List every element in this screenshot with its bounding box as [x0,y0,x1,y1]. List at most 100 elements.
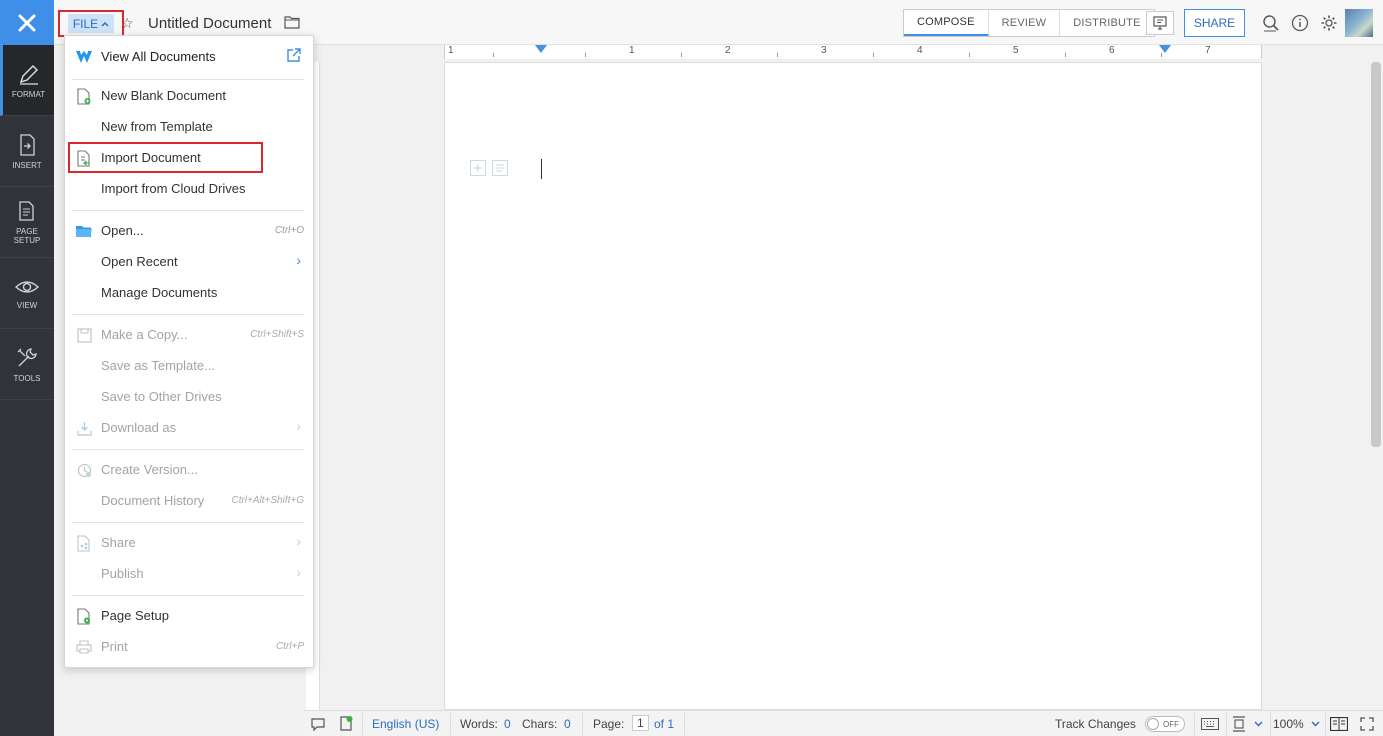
file-button-inner: FILE [68,14,114,33]
ruler-tick [1161,53,1162,57]
settings-button[interactable] [1318,12,1340,34]
menu-item-new-blank-document[interactable]: New Blank Document [65,80,313,111]
separator [684,713,685,735]
char-count-label: Chars: [522,717,558,731]
menu-item-label: Page Setup [101,608,169,623]
file-menu: View All Documents New Blank Document Ne… [64,35,314,668]
menu-item-label: New Blank Document [101,88,226,103]
menu-separator [72,595,304,596]
chevron-down-icon[interactable] [1254,721,1263,727]
separator [450,713,451,735]
mode-tabs: COMPOSE REVIEW DISTRIBUTE [903,9,1155,37]
menu-item-publish: Publish › [65,558,313,589]
menu-separator [72,522,304,523]
menu-item-label: Open... [101,223,144,238]
menu-item-label: Download as [101,420,177,435]
sidebar-item-label: TOOLS [13,373,41,383]
fullscreen-icon[interactable] [1360,717,1374,731]
sidebar-item-page-setup[interactable]: PAGE SETUP [0,187,54,258]
separator [362,713,363,735]
menu-item-page-setup[interactable]: Page Setup [65,600,313,631]
menu-separator [72,210,304,211]
star-icon[interactable]: ☆ [121,15,134,32]
menu-item-label: Create Version... [101,462,198,477]
menu-item-label: Save to Other Drives [101,389,222,404]
file-menu-button[interactable]: FILE [58,10,124,37]
sidebar-item-format[interactable]: FORMAT [0,45,54,116]
document-status-icon[interactable] [338,715,354,732]
left-indent-marker[interactable] [535,45,547,53]
separator [1270,713,1271,735]
page-label: Page: [593,717,625,731]
language-selector[interactable]: English (US) [372,717,439,731]
sidebar-item-label: INSERT [12,160,42,170]
search-button[interactable] [1260,12,1282,34]
current-page-input[interactable]: 1 [632,715,649,731]
chevron-right-icon: › [296,564,301,580]
page-layout-icon[interactable] [1232,716,1246,732]
ruler-tick [585,53,586,57]
menu-item-label: Print [101,639,128,654]
menu-item-manage-documents[interactable]: Manage Documents [65,277,313,308]
ruler-number: 4 [917,45,923,56]
paragraph-tools [470,160,508,176]
vertical-scrollbar[interactable] [1371,62,1381,447]
menu-item-share: Share › [65,527,313,558]
ruler-tick [1065,53,1066,57]
keyboard-icon[interactable] [1201,718,1219,730]
comment-icon[interactable] [310,716,326,732]
folder-icon[interactable] [284,15,300,29]
sidebar-item-view[interactable]: VIEW [0,258,54,329]
import-document-highlight [68,142,263,173]
paragraph-options-icon[interactable] [492,160,508,176]
sidebar-item-tools[interactable]: TOOLS [0,329,54,400]
shortcut-label: Ctrl+O [274,225,304,236]
ruler-track: 1 1 2 3 4 5 6 7 [444,45,1262,59]
track-changes-toggle[interactable]: OFF [1145,716,1185,732]
info-button[interactable] [1289,12,1311,34]
close-button[interactable] [0,0,54,45]
sidebar-item-insert[interactable]: INSERT [0,116,54,187]
menu-item-open[interactable]: Open... Ctrl+O [65,215,313,246]
gear-icon [1321,15,1337,31]
menu-item-make-a-copy: Make a Copy... Ctrl+Shift+S [65,319,313,350]
ruler-number: 7 [1205,45,1211,56]
share-icon [75,534,93,552]
ruler-tick [493,53,494,57]
reading-view-icon[interactable] [1330,717,1348,731]
ruler-tick [873,53,874,57]
shortcut-label: Ctrl+P [275,641,304,652]
share-button[interactable]: SHARE [1184,9,1245,37]
format-icon [19,64,38,85]
tab-compose[interactable]: COMPOSE [904,10,989,36]
menu-item-open-recent[interactable]: Open Recent › [65,246,313,277]
presentation-button[interactable] [1146,11,1174,35]
left-sidebar: FORMAT INSERT PAGE SETUP VIEW TOOLS [0,45,54,736]
word-count-label: Words: [460,717,498,731]
chevron-right-icon: › [296,252,301,268]
tab-review[interactable]: REVIEW [989,10,1061,36]
separator [1325,713,1326,735]
tab-distribute[interactable]: DISTRIBUTE [1060,10,1153,36]
menu-item-import-from-cloud-drives[interactable]: Import from Cloud Drives [65,173,313,204]
menu-item-view-all-documents[interactable]: View All Documents [65,41,313,72]
document-page[interactable] [444,62,1262,710]
document-title[interactable]: Untitled Document [148,15,271,32]
zoom-level[interactable]: 100% [1273,717,1304,731]
menu-item-label: Manage Documents [101,285,218,300]
menu-item-label: Import from Cloud Drives [101,181,246,196]
page-number-field[interactable]: 1 [630,715,651,731]
copy-icon [75,326,93,344]
chevron-down-icon[interactable] [1311,721,1320,727]
separator [582,713,583,735]
menu-item-label: Document History [101,493,205,508]
close-icon [18,14,36,31]
ruler-tick [777,53,778,57]
horizontal-ruler[interactable]: 1 1 2 3 4 5 6 7 [304,45,1383,59]
right-indent-marker[interactable] [1159,45,1171,53]
add-block-icon[interactable] [470,160,486,176]
menu-item-new-from-template[interactable]: New from Template [65,111,313,142]
presentation-icon [1153,16,1167,30]
user-avatar[interactable] [1345,9,1373,37]
menu-item-save-to-other-drives: Save to Other Drives [65,381,313,412]
